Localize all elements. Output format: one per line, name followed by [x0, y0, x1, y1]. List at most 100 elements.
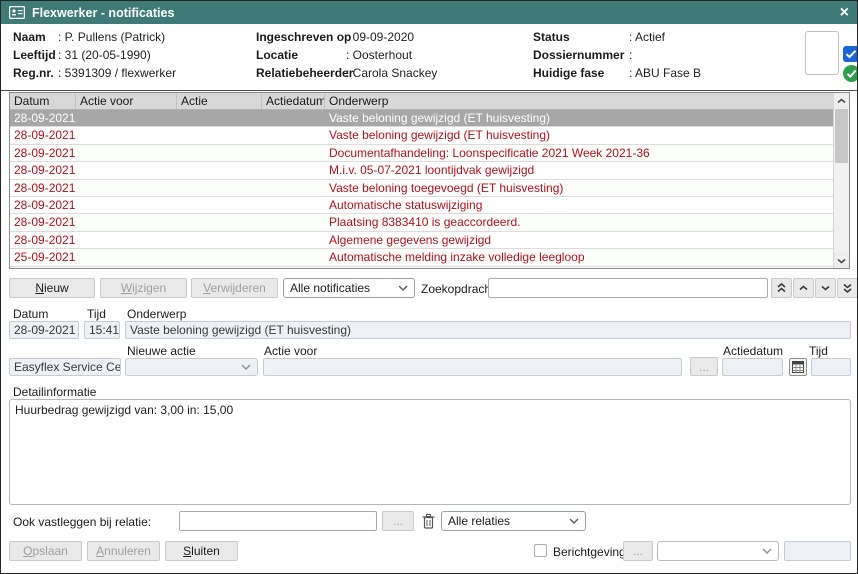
cell-datum: 28-09-2021 [10, 214, 76, 230]
chevron-up-icon [837, 98, 846, 104]
onderwerp-field: Vaste beloning gewijzigd (ET huisvesting… [125, 321, 851, 339]
table-row[interactable]: 25-09-2021 Automatische melding inzake v… [10, 249, 834, 266]
annuleren-button[interactable]: Annuleren [87, 541, 160, 561]
dossiernummer-label: Dossiernummer [533, 48, 624, 62]
cell-datum: 28-09-2021 [10, 180, 76, 196]
cell-datum: 28-09-2021 [10, 162, 76, 178]
nieuwe-actie-label: Nieuwe actie [127, 344, 196, 358]
cell-onderwerp: Automatische melding inzake volledige le… [325, 249, 834, 265]
cell-datum: 28-09-2021 [10, 232, 76, 248]
column-header-datum[interactable]: Datum [10, 93, 76, 109]
first-button[interactable] [771, 278, 792, 298]
actie-voor-browse-button[interactable]: ... [690, 357, 718, 376]
tijd2-field [811, 358, 851, 376]
contact-card-icon [9, 6, 25, 19]
cell-actie-voor [76, 145, 177, 161]
relatie-filter-select[interactable]: Alle relaties [441, 511, 586, 531]
table-scrollbar[interactable] [833, 93, 849, 268]
relatie-browse-button[interactable]: ... [382, 511, 414, 531]
chevron-up-icon [799, 285, 808, 291]
nieuwe-actie-select[interactable] [125, 358, 258, 376]
chevron-down-icon [762, 548, 772, 554]
double-chevron-up-icon [777, 283, 786, 293]
chevron-down-icon [569, 518, 579, 524]
double-chevron-down-icon [843, 283, 852, 293]
datum-field: 28-09-2021 [9, 321, 79, 339]
cell-actie-voor [76, 110, 177, 126]
next-button[interactable] [815, 278, 836, 298]
cell-datum: 28-09-2021 [10, 127, 76, 143]
cell-actiedatum [262, 214, 325, 230]
status-check-icon [843, 65, 858, 81]
verwijderen-button[interactable]: Verwijderen [191, 278, 278, 298]
table-row[interactable]: 28-09-2021 M.i.v. 05-07-2021 loontijdvak… [10, 162, 834, 179]
column-header-actie-voor[interactable]: Actie voor [76, 93, 177, 109]
notification-filter-select[interactable]: Alle notificaties [283, 278, 415, 298]
cell-onderwerp: Vaste beloning gewijzigd (ET huisvesting… [325, 110, 834, 126]
tijd-field: 15:41 [84, 321, 120, 339]
relatiebeheerder-value: : Carola Snackey [346, 66, 437, 80]
cell-actie-voor [76, 214, 177, 230]
chevron-down-icon [821, 285, 830, 291]
dossiernummer-value: : [629, 48, 632, 62]
window-titlebar: Flexwerker - notificaties × [1, 1, 857, 24]
scroll-up-button[interactable] [834, 93, 849, 108]
close-icon[interactable]: × [840, 5, 849, 21]
relatie-input[interactable] [179, 511, 377, 531]
trash-icon[interactable] [420, 512, 436, 530]
table-row[interactable]: 28-09-2021 Documentafhandeling: Loonspec… [10, 145, 834, 162]
datum-label: Datum [13, 307, 48, 321]
last-button[interactable] [837, 278, 858, 298]
cell-onderwerp: Algemene gegevens gewijzigd [325, 232, 834, 248]
actiedatum-field [722, 358, 783, 376]
cell-actie [177, 110, 262, 126]
cell-actie [177, 180, 262, 196]
prev-button[interactable] [793, 278, 814, 298]
cell-onderwerp: Plaatsing 8383410 is geaccordeerd. [325, 214, 834, 230]
leeftijd-label: Leeftijd [13, 48, 56, 62]
ingeschreven-label: Ingeschreven op [256, 30, 351, 44]
table-row[interactable]: 28-09-2021 Vaste beloning gewijzigd (ET … [10, 110, 834, 127]
cell-actie [177, 145, 262, 161]
cell-onderwerp: Automatische statuswijziging [325, 197, 834, 213]
table-row[interactable]: 28-09-2021 Vaste beloning gewijzigd (ET … [10, 127, 834, 144]
actie-voor-field [263, 358, 682, 376]
sluiten-button[interactable]: Sluiten [165, 541, 238, 561]
huidige-fase-label: Huidige fase [533, 66, 604, 80]
table-row[interactable]: 28-09-2021 Algemene gegevens gewijzigd [10, 232, 834, 249]
locatie-value: : Oosterhout [346, 48, 412, 62]
cell-actiedatum [262, 180, 325, 196]
nieuw-button[interactable]: Nieuw [9, 278, 95, 298]
scroll-down-button[interactable] [834, 253, 849, 268]
chevron-down-icon [837, 258, 846, 264]
detail-textarea[interactable]: Huurbedrag gewijzigd van: 3,00 in: 15,00 [9, 399, 851, 505]
column-header-onderwerp[interactable]: Onderwerp [325, 93, 834, 109]
berichtgeving-browse-button[interactable]: ... [623, 541, 653, 561]
berichtgeving-label: Berichtgeving [553, 545, 626, 559]
calendar-button[interactable] [789, 358, 807, 376]
search-input[interactable] [488, 278, 768, 298]
cell-actie [177, 232, 262, 248]
opslaan-button[interactable]: Opslaan [9, 541, 82, 561]
photo-placeholder [805, 31, 839, 75]
huidige-fase-value: : ABU Fase B [629, 66, 701, 80]
berichtgeving-checkbox[interactable] [534, 544, 547, 557]
cell-actie [177, 197, 262, 213]
status-label: Status [533, 30, 570, 44]
notifications-table: Datum Actie voor Actie Actiedatum Onderw… [9, 92, 850, 269]
regnr-value: : 5391309 / flexwerker [58, 66, 176, 80]
naam-label: Naam [13, 30, 46, 44]
table-row[interactable]: 28-09-2021 Plaatsing 8383410 is geaccord… [10, 214, 834, 231]
cell-actie-voor [76, 162, 177, 178]
ingeschreven-value: : 09-09-2020 [346, 30, 414, 44]
cell-actiedatum [262, 197, 325, 213]
table-row[interactable]: 28-09-2021 Vaste beloning toegevoegd (ET… [10, 180, 834, 197]
column-header-actie[interactable]: Actie [177, 93, 262, 109]
table-row[interactable]: 28-09-2021 Automatische statuswijziging [10, 197, 834, 214]
wijzigen-button[interactable]: Wijzigen [100, 278, 187, 298]
column-header-actiedatum[interactable]: Actiedatum [262, 93, 325, 109]
scrollbar-thumb[interactable] [835, 109, 848, 163]
berichtgeving-select[interactable] [657, 541, 779, 561]
notification-filter-value: Alle notificaties [290, 281, 370, 295]
cell-onderwerp: Vaste beloning toegevoegd (ET huisvestin… [325, 180, 834, 196]
